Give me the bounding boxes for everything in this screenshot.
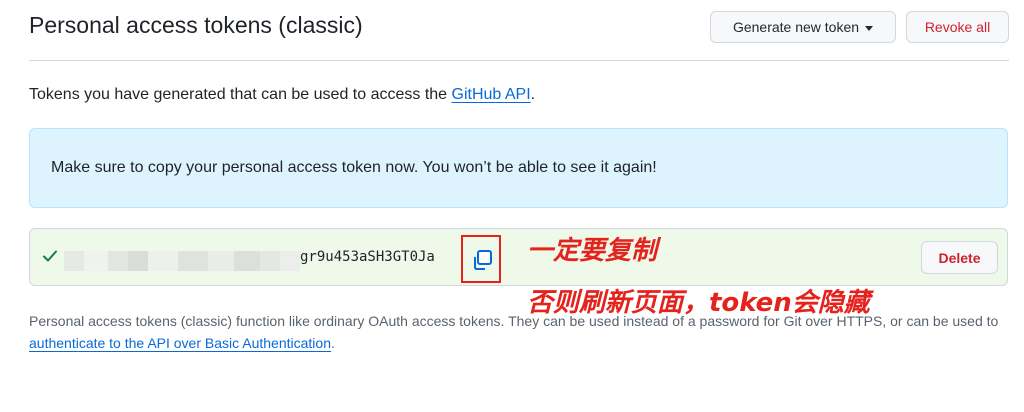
intro-text: Tokens you have generated that can be us… — [29, 86, 535, 104]
footer-text-suffix: . — [330, 335, 335, 351]
copy-highlight-box — [461, 235, 501, 283]
page-header: Personal access tokens (classic) Generat… — [29, 0, 1009, 61]
annotation-refresh-note: 否则刷新页面，token会隐藏 — [527, 288, 870, 318]
github-api-link[interactable]: GitHub API — [452, 86, 531, 103]
redacted-token-mask — [64, 251, 300, 271]
token-value: gr9u453aSH3GT0Ja — [300, 249, 435, 265]
caret-down-icon — [865, 25, 874, 31]
copy-warning-flash: Make sure to copy your personal access t… — [29, 128, 1008, 208]
basic-auth-link[interactable]: authenticate to the API over Basic Authe… — [29, 335, 331, 351]
token-row: gr9u453aSH3GT0Ja Delete — [29, 228, 1008, 286]
check-icon — [43, 250, 57, 262]
intro-text-prefix: Tokens you have generated that can be us… — [29, 86, 452, 103]
revoke-all-button[interactable]: Revoke all — [906, 11, 1009, 43]
generate-new-token-label: Generate new token — [732, 19, 860, 35]
page-title: Personal access tokens (classic) — [29, 12, 363, 38]
flash-message: Make sure to copy your personal access t… — [51, 159, 657, 176]
copy-icon[interactable] — [471, 249, 493, 271]
annotation-copy-note: 一定要复制 — [527, 236, 658, 266]
delete-token-button[interactable]: Delete — [921, 241, 998, 274]
intro-text-suffix: . — [530, 86, 536, 103]
generate-new-token-button[interactable]: Generate new token — [710, 11, 896, 43]
